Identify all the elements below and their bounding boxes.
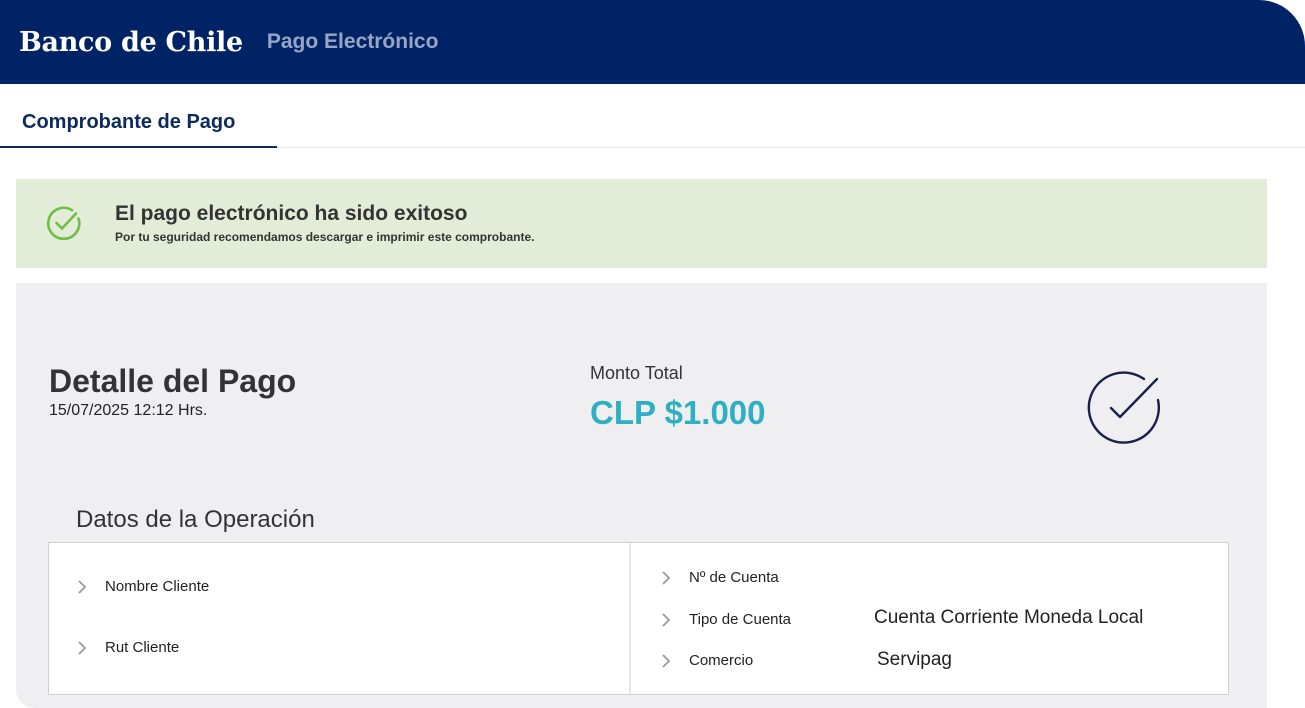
alert-title: El pago electrónico ha sido exitoso: [115, 202, 468, 225]
top-header: Banco de Chile Pago Electrónico: [0, 0, 1305, 84]
tab-bar: Comprobante de Pago: [0, 84, 1305, 148]
amount-label: Monto Total: [590, 363, 683, 383]
chevron-right-icon: [78, 579, 87, 594]
payment-date: 15/07/2025 12:12 Hrs.: [49, 402, 208, 419]
chevron-right-icon: [662, 612, 671, 627]
row-label: Nombre Cliente: [105, 578, 210, 595]
header-subtitle: Pago Electrónico: [266, 30, 439, 53]
row-label: Tipo de Cuenta: [689, 611, 792, 628]
payment-detail-card: Detalle del Pago 15/07/2025 12:12 Hrs. M…: [16, 283, 1267, 708]
amount-value: CLP $1.000: [590, 394, 766, 431]
row-comercio: Comercio: [661, 652, 753, 669]
check-circle-icon: [47, 206, 81, 241]
row-label: Nº de Cuenta: [689, 569, 779, 586]
success-alert: El pago electrónico ha sido exitoso Por …: [16, 179, 1267, 268]
row-label: Comercio: [689, 652, 754, 669]
chevron-right-icon: [662, 570, 671, 585]
tab-comprobante[interactable]: Comprobante de Pago: [0, 84, 277, 148]
operation-details-table: Nombre Cliente Rut Cliente Nº de Cuenta …: [48, 542, 1229, 695]
chevron-right-icon: [78, 640, 87, 655]
row-rut-cliente: Rut Cliente: [77, 639, 179, 656]
alert-message: Por tu seguridad recomendamos descargar …: [115, 230, 535, 244]
row-numero-cuenta: Nº de Cuenta: [661, 569, 779, 586]
chevron-right-icon: [662, 653, 671, 668]
check-circle-icon: [1087, 371, 1160, 444]
row-label: Rut Cliente: [105, 639, 180, 656]
row-nombre-cliente: Nombre Cliente: [77, 578, 209, 595]
row-value: Cuenta Corriente Moneda Local: [874, 607, 1144, 628]
row-tipo-cuenta: Tipo de Cuenta: [661, 611, 791, 628]
detail-title: Detalle del Pago: [49, 363, 297, 399]
row-value: Servipag: [877, 649, 952, 670]
operation-section-title: Datos de la Operación: [76, 506, 315, 533]
bank-logo: Banco de Chile: [19, 26, 243, 58]
column-divider: [629, 543, 631, 694]
